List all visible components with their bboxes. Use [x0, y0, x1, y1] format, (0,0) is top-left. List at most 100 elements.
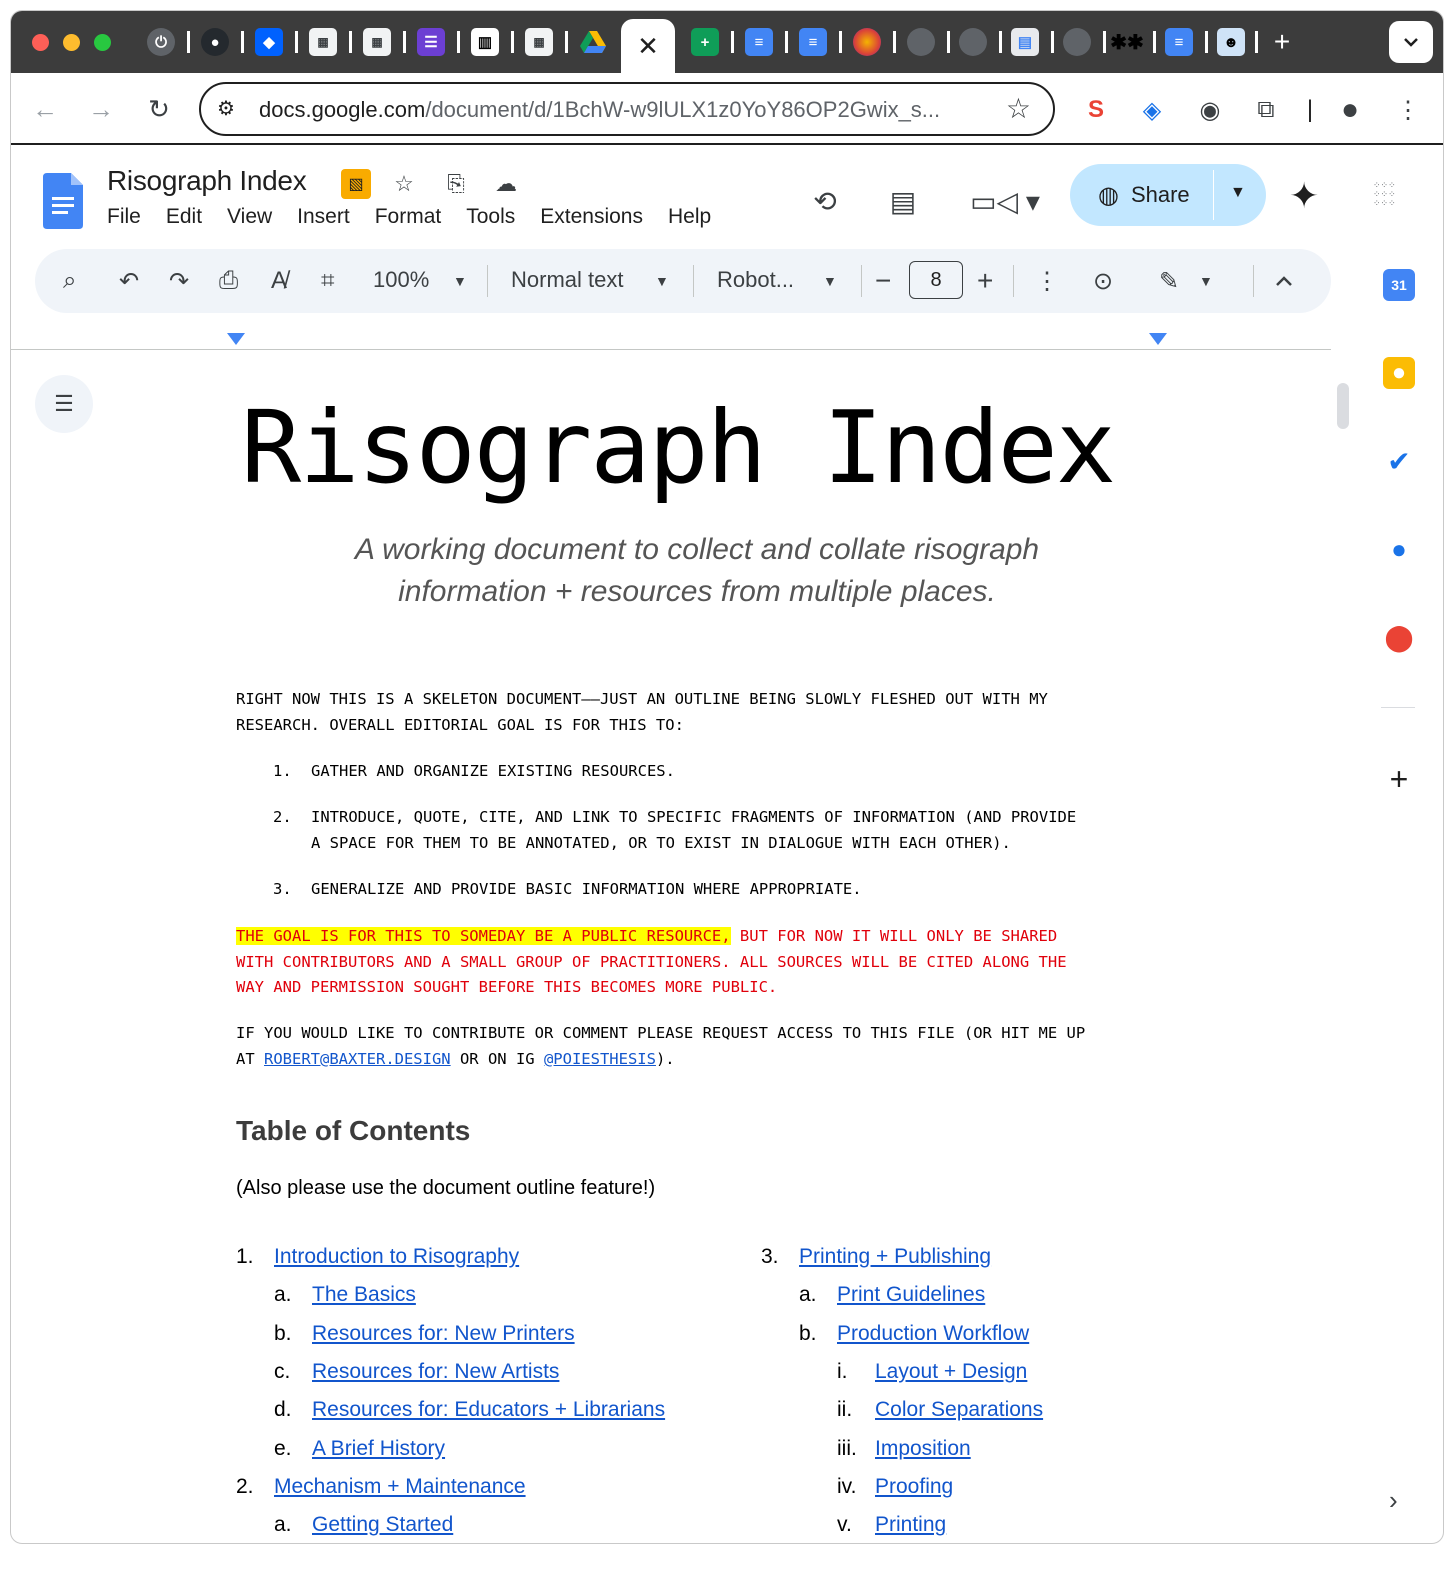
toc-link[interactable]: Introduction to Risography [274, 1245, 519, 1268]
zoom-dropdown-icon[interactable]: ▼ [453, 273, 467, 289]
zoom-select[interactable]: 100% [373, 267, 429, 293]
drive-icon[interactable] [579, 28, 607, 56]
collapse-toolbar-icon[interactable] [1275, 265, 1293, 297]
star-icon[interactable]: ☆ [389, 169, 419, 199]
apps-grid-icon[interactable]: ⁘⁘⁘ ⁘⁘⁘ ⁘⁘⁘ [1373, 181, 1403, 211]
add-addon-icon[interactable]: + [1383, 761, 1415, 797]
meet-video-icon[interactable]: ▭◁ ▾ [969, 179, 1041, 223]
paragraph-style-select[interactable]: Normal text [511, 267, 623, 293]
left-indent-marker[interactable] [227, 333, 245, 345]
docs-icon[interactable]: ≡ [1165, 28, 1193, 56]
extensions-puzzle-icon[interactable]: ⧉ [1251, 95, 1281, 125]
editing-mode-dropdown-icon[interactable]: ▼ [1199, 273, 1213, 289]
app-icon[interactable]: ▦ [309, 28, 337, 56]
toc-link[interactable]: Printing [875, 1513, 946, 1536]
style-dropdown-icon[interactable]: ▼ [655, 273, 669, 289]
scrollbar-thumb[interactable] [1337, 383, 1349, 429]
toc-link[interactable]: Resources for: New Artists [312, 1360, 559, 1383]
avatar-icon[interactable]: ☻ [1217, 28, 1245, 56]
search-menus-icon[interactable]: ⌕ [63, 265, 76, 297]
site-settings-icon[interactable]: ⚙ [217, 96, 235, 121]
contacts-icon[interactable]: ● [1383, 533, 1415, 565]
github-icon[interactable]: ● [201, 28, 229, 56]
expand-side-panel-icon[interactable]: › [1389, 1485, 1398, 1516]
toc-link[interactable]: The Basics [312, 1283, 416, 1306]
list-icon[interactable]: ☰ [417, 28, 445, 56]
profile-avatar-icon[interactable]: ● [1335, 93, 1365, 126]
docs-icon[interactable]: ≡ [799, 28, 827, 56]
globe-icon[interactable] [907, 28, 935, 56]
maps-icon[interactable]: ⬤ [1383, 621, 1415, 653]
forward-arrow-icon[interactable]: → [83, 91, 119, 127]
app-icon[interactable]: ▦ [525, 28, 553, 56]
toc-link[interactable]: Imposition [875, 1437, 971, 1460]
toc-link[interactable]: Printing + Publishing [799, 1245, 991, 1268]
decrease-font-size-icon[interactable]: − [875, 265, 891, 297]
s-extension-icon[interactable]: S [1081, 95, 1111, 125]
close-window-button[interactable] [32, 34, 49, 51]
extension-badge-icon[interactable]: ▧ [341, 169, 371, 199]
power-icon[interactable]: ⏻ [147, 28, 175, 56]
menu-tools[interactable]: Tools [466, 205, 515, 235]
more-options-icon[interactable]: ⋮ [1035, 265, 1059, 297]
new-tab-button[interactable]: + [1267, 25, 1297, 59]
redo-icon[interactable]: ↷ [169, 265, 189, 297]
increase-font-size-icon[interactable]: + [977, 265, 993, 297]
calendar-icon[interactable]: 31 [1383, 269, 1415, 301]
menu-insert[interactable]: Insert [297, 205, 350, 235]
docs-icon[interactable]: ≡ [745, 28, 773, 56]
toc-link[interactable]: Color Separations [875, 1398, 1043, 1421]
email-link[interactable]: ROBERT@BAXTER.DESIGN [264, 1050, 451, 1068]
right-indent-marker[interactable] [1149, 333, 1167, 345]
menu-file[interactable]: File [107, 205, 141, 235]
font-size-input[interactable]: 8 [909, 261, 963, 299]
font-dropdown-icon[interactable]: ▼ [823, 273, 837, 289]
document-title[interactable]: Risograph Index [107, 165, 307, 197]
version-history-icon[interactable]: ⟲ [803, 179, 847, 223]
globe-icon[interactable] [1063, 28, 1091, 56]
maximize-window-button[interactable] [94, 34, 111, 51]
toc-link[interactable]: Mechanism + Maintenance [274, 1475, 526, 1498]
menu-format[interactable]: Format [375, 205, 442, 235]
password-extension-icon[interactable]: ◉ [1195, 95, 1225, 125]
toc-link[interactable]: Layout + Design [875, 1360, 1027, 1383]
menu-extensions[interactable]: Extensions [540, 205, 643, 235]
docs-logo-icon[interactable] [43, 173, 83, 229]
address-bar[interactable]: ⚙ docs.google.com/document/d/1BchW-w9lUL… [199, 82, 1055, 136]
share-dropdown-icon[interactable]: ▼ [1230, 184, 1246, 202]
tag-extension-icon[interactable]: ◈ [1137, 95, 1167, 125]
sheets-icon[interactable]: + [691, 28, 719, 56]
globe-icon[interactable] [959, 28, 987, 56]
active-tab-close-button[interactable]: ✕ [621, 19, 675, 73]
cloud-status-icon[interactable]: ☁ [491, 169, 521, 199]
spellcheck-icon[interactable]: A̸ [271, 265, 287, 297]
browser-menu-icon[interactable]: ⋮ [1393, 95, 1423, 125]
reload-icon[interactable]: ↻ [141, 91, 177, 127]
menu-help[interactable]: Help [668, 205, 711, 235]
document-outline-icon[interactable]: ☰ [35, 375, 93, 433]
toc-link[interactable]: Getting Started [312, 1513, 453, 1536]
dropbox-icon[interactable]: ◆ [255, 28, 283, 56]
toc-link[interactable]: Proofing [875, 1475, 953, 1498]
paint-format-icon[interactable]: ⌗ [321, 265, 335, 297]
toc-link[interactable]: Resources for: New Printers [312, 1322, 575, 1345]
toc-link[interactable]: Print Guidelines [837, 1283, 985, 1306]
share-button[interactable]: ◍ Share ▼ [1070, 164, 1266, 226]
minimize-window-button[interactable] [63, 34, 80, 51]
keep-icon[interactable]: ● [1383, 357, 1415, 389]
app-icon[interactable]: ▦ [363, 28, 391, 56]
back-arrow-icon[interactable]: ← [27, 91, 63, 127]
move-folder-icon[interactable]: ⎘ [441, 169, 471, 199]
gemini-sparkle-icon[interactable]: ✦ [1289, 175, 1319, 217]
comments-icon[interactable]: ▤ [881, 179, 925, 223]
tab-search-button[interactable] [1389, 21, 1433, 63]
spreadsheet-icon[interactable]: ▤ [1011, 28, 1039, 56]
font-select[interactable]: Robot... [717, 267, 794, 293]
museum-icon[interactable]: ▥ [471, 28, 499, 56]
menu-edit[interactable]: Edit [166, 205, 202, 235]
tasks-icon[interactable]: ✔ [1383, 445, 1415, 477]
undo-icon[interactable]: ↶ [119, 265, 139, 297]
toc-link[interactable]: Resources for: Educators + Librarians [312, 1398, 665, 1421]
menu-view[interactable]: View [227, 205, 272, 235]
asterisk-icon[interactable]: ✱✱ [1110, 28, 1144, 56]
